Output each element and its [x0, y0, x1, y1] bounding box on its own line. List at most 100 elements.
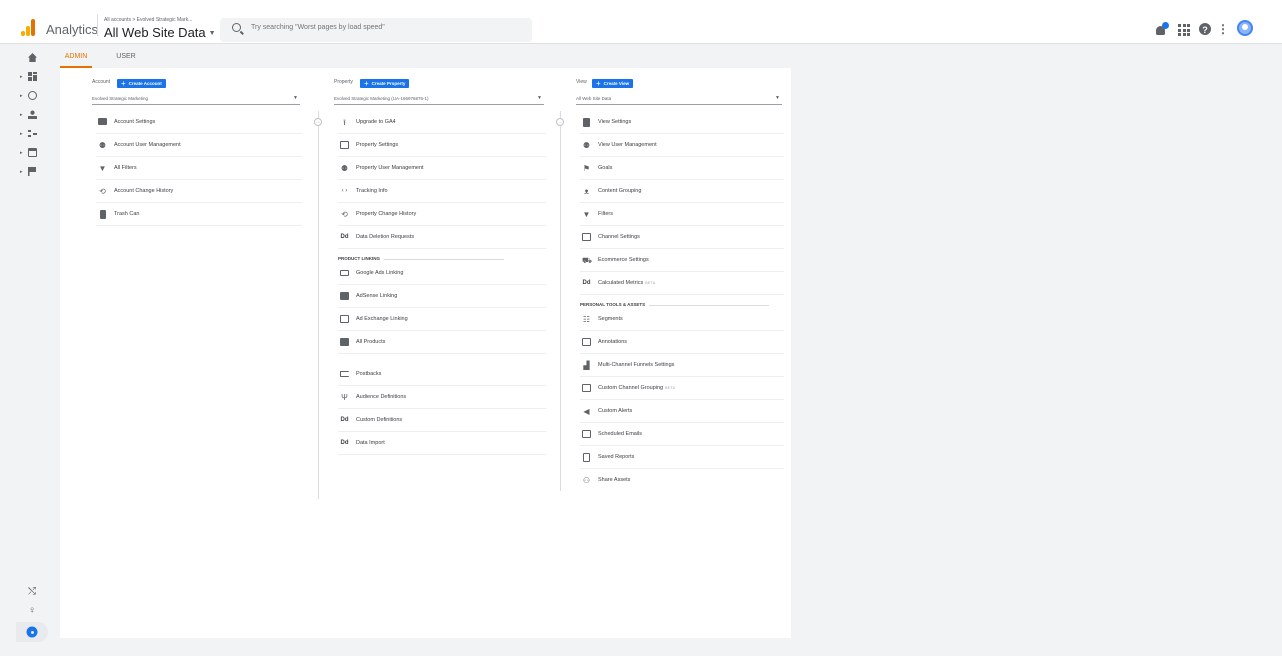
notifications-icon[interactable]	[1155, 22, 1169, 36]
share-assets-row[interactable]: ⚇ Share Assets	[580, 469, 784, 492]
breadcrumb[interactable]: All accounts > Evolved Strategic Mark...	[104, 17, 192, 23]
view-settings-row[interactable]: View Settings	[580, 111, 784, 134]
multi-channel-funnels-row[interactable]: ▟ Multi-Channel Funnels Settings	[580, 354, 784, 377]
nav-customization[interactable]: ▸	[16, 70, 40, 84]
admin-panel: Account + Create Account Evolved Strategi…	[60, 68, 791, 638]
account-settings-row[interactable]: Account Settings	[96, 111, 302, 134]
account-selector[interactable]: Evolved Strategic Marketing ▼	[92, 94, 300, 105]
admin-gear-icon	[28, 628, 36, 636]
create-view-button[interactable]: + Create View	[592, 79, 634, 88]
view-selector-dropdown[interactable]: All Web Site Data ▼	[576, 94, 782, 105]
postbacks-row[interactable]: Postbacks	[338, 363, 546, 386]
view-selector[interactable]: All Web Site Data ▼	[104, 25, 216, 40]
all-filters-row[interactable]: ▼ All Filters	[96, 157, 302, 180]
tracking-info-row[interactable]: ‹ › Tracking Info	[338, 180, 546, 203]
expand-arrow-icon: ▸	[20, 169, 23, 175]
column-divider: →	[556, 111, 564, 491]
adx-icon	[340, 315, 349, 324]
conversions-icon	[28, 167, 37, 176]
row-label: Audience Definitions	[356, 394, 407, 400]
trash-can-row[interactable]: Trash Can	[96, 203, 302, 226]
account-change-history-row[interactable]: ⟲ Account Change History	[96, 180, 302, 203]
saved-reports-row[interactable]: Saved Reports	[580, 446, 784, 469]
help-icon[interactable]: ?	[1199, 23, 1211, 35]
attribution-icon[interactable]: ⤭	[26, 586, 38, 598]
calculated-metrics-row[interactable]: Dd Calculated Metrics BETA	[580, 272, 784, 295]
view-user-management-row[interactable]: ⚉ View User Management	[580, 134, 784, 157]
nav-audience[interactable]: ▸	[16, 108, 40, 122]
channel-icon	[582, 384, 591, 393]
ecommerce-settings-row[interactable]: ⛟ Ecommerce Settings	[580, 249, 784, 272]
discover-icon[interactable]: ♀	[26, 605, 38, 617]
custom-definitions-row[interactable]: Dd Custom Definitions	[338, 409, 546, 432]
trash-icon	[98, 210, 107, 219]
segments-row[interactable]: ☷ Segments	[580, 308, 784, 331]
row-label: Calculated Metrics BETA	[598, 280, 655, 286]
data-deletion-requests-row[interactable]: Dd Data Deletion Requests	[338, 226, 546, 249]
nav-conversions[interactable]: ▸	[16, 165, 40, 179]
audience-icon	[28, 110, 37, 119]
tab-user[interactable]: USER	[104, 48, 148, 68]
analytics-logo[interactable]	[21, 18, 37, 36]
all-products-row[interactable]: All Products	[338, 331, 546, 354]
person-walk-icon: ᴥ	[584, 187, 589, 196]
row-label: Postbacks	[356, 371, 382, 377]
property-settings-row[interactable]: Property Settings	[338, 134, 546, 157]
nav-behavior[interactable]: ▸	[16, 146, 40, 160]
row-label: Multi-Channel Funnels Settings	[598, 362, 675, 368]
apps-icon[interactable]	[1176, 22, 1190, 36]
row-label: Segments	[598, 316, 623, 322]
settings-box-icon	[340, 141, 349, 150]
plus-icon: +	[596, 79, 601, 88]
caret-down-icon: ▼	[293, 95, 298, 101]
doc-icon	[582, 118, 591, 127]
tab-admin[interactable]: ADMIN	[60, 48, 92, 68]
property-selector[interactable]: Evolved Strategic Marketing (UA-16697687…	[334, 94, 544, 105]
row-label: Property Change History	[356, 211, 417, 217]
adsense-icon	[340, 292, 349, 301]
view-name: All Web Site Data	[104, 25, 206, 40]
plus-icon: +	[364, 79, 369, 88]
product-linking-heading: PRODUCT LINKING	[338, 256, 504, 261]
google-ads-linking-row[interactable]: Google Ads Linking	[338, 262, 546, 285]
account-avatar[interactable]	[1237, 20, 1253, 36]
caret-down-icon: ▼	[208, 30, 216, 37]
adsense-linking-row[interactable]: AdSense Linking	[338, 285, 546, 308]
clock-box-icon	[582, 430, 591, 439]
more-vert-icon[interactable]: ⋮	[1216, 22, 1230, 36]
plus-icon: +	[121, 79, 126, 88]
admin-nav-button[interactable]	[16, 622, 48, 642]
nav-acquisition[interactable]: ▸	[16, 127, 40, 141]
content-grouping-row[interactable]: ᴥ Content Grouping	[580, 180, 784, 203]
property-selected: Evolved Strategic Marketing (UA-16697687…	[334, 96, 429, 101]
nav-home[interactable]	[16, 51, 40, 65]
audience-definitions-row[interactable]: Ψ Audience Definitions	[338, 386, 546, 409]
data-import-row[interactable]: Dd Data Import	[338, 432, 546, 455]
upgrade-ga4-row[interactable]: ⭱ Upgrade to GA4	[338, 111, 546, 134]
custom-channel-grouping-row[interactable]: Custom Channel Grouping BETA	[580, 377, 784, 400]
file-icon	[582, 453, 591, 462]
custom-alerts-row[interactable]: ◀ Custom Alerts	[580, 400, 784, 423]
filters-row[interactable]: ▼ Filters	[580, 203, 784, 226]
property-user-management-row[interactable]: ⚉ Property User Management	[338, 157, 546, 180]
annotations-row[interactable]: Annotations	[580, 331, 784, 354]
account-user-management-row[interactable]: ⚉ Account User Management	[96, 134, 302, 157]
property-change-history-row[interactable]: ⟲ Property Change History	[338, 203, 546, 226]
channel-settings-row[interactable]: Channel Settings	[580, 226, 784, 249]
column-divider: →	[314, 111, 322, 499]
row-label: Ecommerce Settings	[598, 257, 649, 263]
expand-arrow-icon: ▸	[20, 131, 23, 137]
nav-realtime[interactable]: ▸	[16, 89, 40, 103]
row-label: Annotations	[598, 339, 628, 345]
caret-down-icon: ▼	[537, 95, 542, 101]
row-label: Custom Definitions	[356, 417, 403, 423]
scheduled-emails-row[interactable]: Scheduled Emails	[580, 423, 784, 446]
ad-exchange-linking-row[interactable]: Ad Exchange Linking	[338, 308, 546, 331]
goals-row[interactable]: ⚑ Goals	[580, 157, 784, 180]
row-label: Channel Settings	[598, 234, 640, 240]
search-bar[interactable]: Try searching "Worst pages by load speed…	[220, 18, 532, 42]
expand-arrow-icon: ▸	[20, 112, 23, 118]
history-icon: ⟲	[341, 210, 348, 219]
create-property-button[interactable]: + Create Property	[360, 79, 410, 88]
create-account-button[interactable]: + Create Account	[117, 79, 166, 88]
